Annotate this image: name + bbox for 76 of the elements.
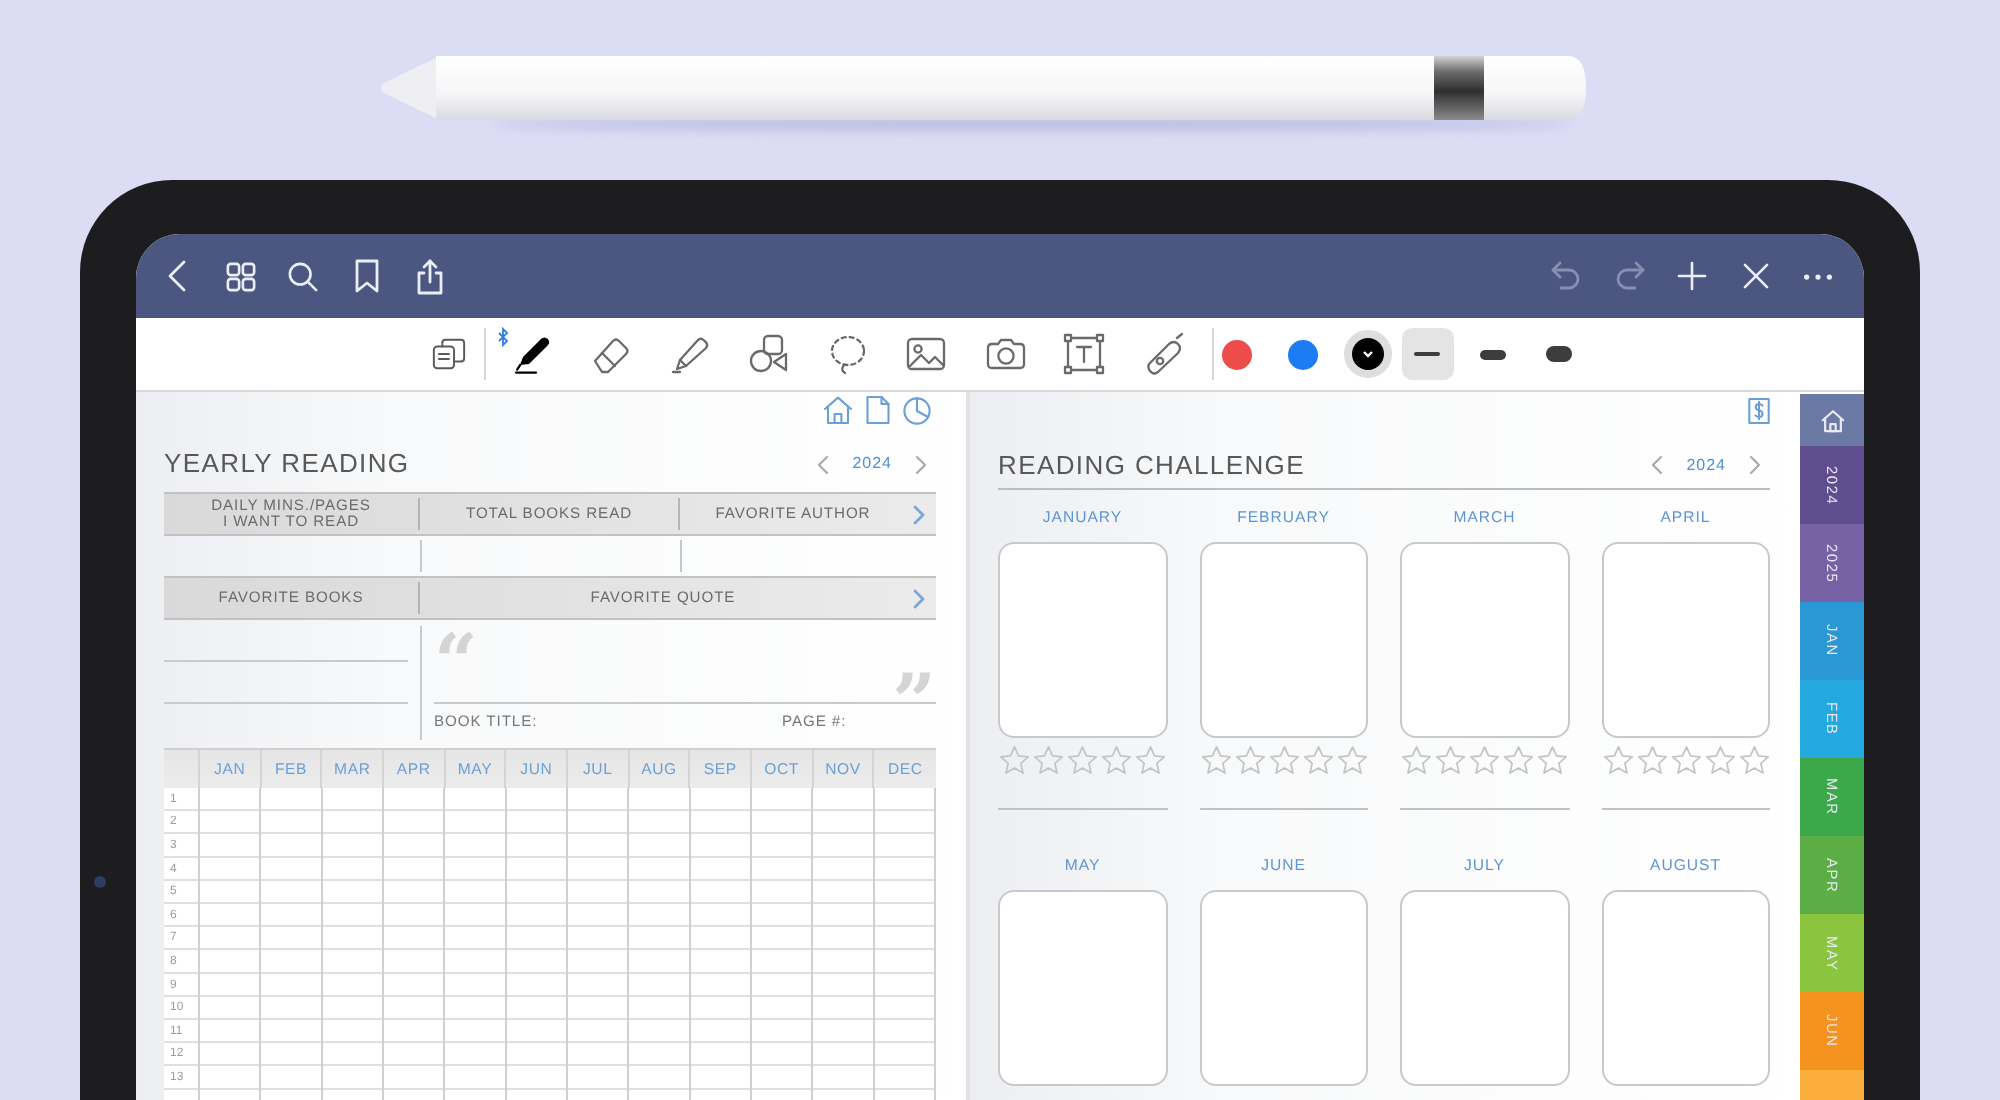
star-icon (1671, 746, 1700, 774)
star-icon (1201, 746, 1230, 774)
chevron-right-icon[interactable] (914, 505, 924, 523)
home-icon (1821, 409, 1843, 431)
star-icon (1337, 746, 1366, 774)
camera-icon[interactable] (985, 334, 1026, 374)
star-rating[interactable] (1400, 744, 1569, 776)
star-icon (1538, 746, 1567, 774)
back-icon[interactable] (168, 260, 187, 292)
chevron-right-icon[interactable] (916, 455, 926, 473)
star-icon (1470, 746, 1499, 774)
star-icon (1637, 746, 1666, 774)
star-icon (1068, 746, 1097, 774)
star-icon (1739, 746, 1768, 774)
star-rating[interactable] (998, 744, 1167, 776)
star-icon (1402, 746, 1431, 774)
book-cover-field[interactable] (1400, 542, 1569, 738)
dollar-document-icon[interactable] (1748, 397, 1770, 423)
star-icon (1705, 746, 1734, 774)
book-cover-field[interactable] (1199, 542, 1368, 738)
stroke-width-button[interactable] (1401, 328, 1453, 380)
book-cover-field[interactable] (998, 890, 1167, 1086)
star-icon (1034, 746, 1063, 774)
grid-icon[interactable] (225, 261, 256, 291)
page-title: READING CHALLENGE (998, 449, 1305, 481)
page-icon[interactable] (866, 396, 890, 424)
pages-icon[interactable] (432, 338, 466, 370)
bluetooth-icon (498, 328, 508, 346)
star-rating[interactable] (1601, 744, 1770, 776)
quote-mark: ” (892, 666, 936, 702)
star-icon (1436, 746, 1465, 774)
chevron-left-icon[interactable] (1652, 456, 1663, 474)
chevron-right-icon[interactable] (1750, 456, 1760, 474)
book-cover-field[interactable] (998, 542, 1167, 738)
eraser-icon[interactable] (590, 334, 631, 374)
stroke-icon (1414, 351, 1440, 357)
star-icon (1269, 746, 1298, 774)
search-icon[interactable] (288, 261, 319, 291)
highlighter-icon[interactable] (669, 334, 710, 374)
tape-icon[interactable] (1143, 334, 1184, 374)
bookmark-icon[interactable] (355, 260, 378, 292)
pie-chart-icon[interactable] (904, 397, 930, 423)
book-cover-field[interactable] (1601, 890, 1770, 1086)
star-icon (1603, 746, 1632, 774)
year-label: 2024 (852, 454, 892, 474)
star-rating[interactable] (1199, 744, 1368, 776)
shapes-icon[interactable] (748, 334, 789, 374)
page-title: YEARLY READING (164, 448, 410, 480)
color-button[interactable] (1343, 330, 1391, 378)
book-cover-field[interactable] (1601, 542, 1770, 738)
star-icon (1102, 746, 1131, 774)
camera-lens-icon (94, 876, 106, 888)
stroke-icon (1546, 346, 1572, 362)
chevron-right-icon[interactable] (914, 589, 924, 607)
image-icon[interactable] (906, 334, 947, 374)
book-cover-field[interactable] (1400, 890, 1569, 1086)
text-box-icon[interactable] (1064, 334, 1105, 374)
quote-mark: “ (434, 626, 478, 662)
year-label: 2024 (1686, 455, 1726, 475)
star-icon (1303, 746, 1332, 774)
stroke-icon (1480, 349, 1506, 359)
plus-icon[interactable] (1678, 262, 1707, 290)
home-icon[interactable] (824, 396, 852, 424)
quote-field[interactable]: “ ” (434, 626, 936, 704)
more-icon[interactable] (1804, 273, 1833, 279)
star-icon (1504, 746, 1533, 774)
chevron-left-icon[interactable] (818, 455, 829, 473)
home-tab[interactable] (1800, 394, 1864, 446)
star-icon (1235, 746, 1264, 774)
star-icon (1136, 746, 1165, 774)
close-icon[interactable] (1743, 264, 1768, 288)
book-cover-field[interactable] (1199, 890, 1368, 1086)
pen-icon[interactable] (511, 334, 552, 374)
share-icon[interactable] (417, 259, 442, 293)
lasso-icon[interactable] (827, 334, 868, 374)
star-icon (1000, 746, 1029, 774)
